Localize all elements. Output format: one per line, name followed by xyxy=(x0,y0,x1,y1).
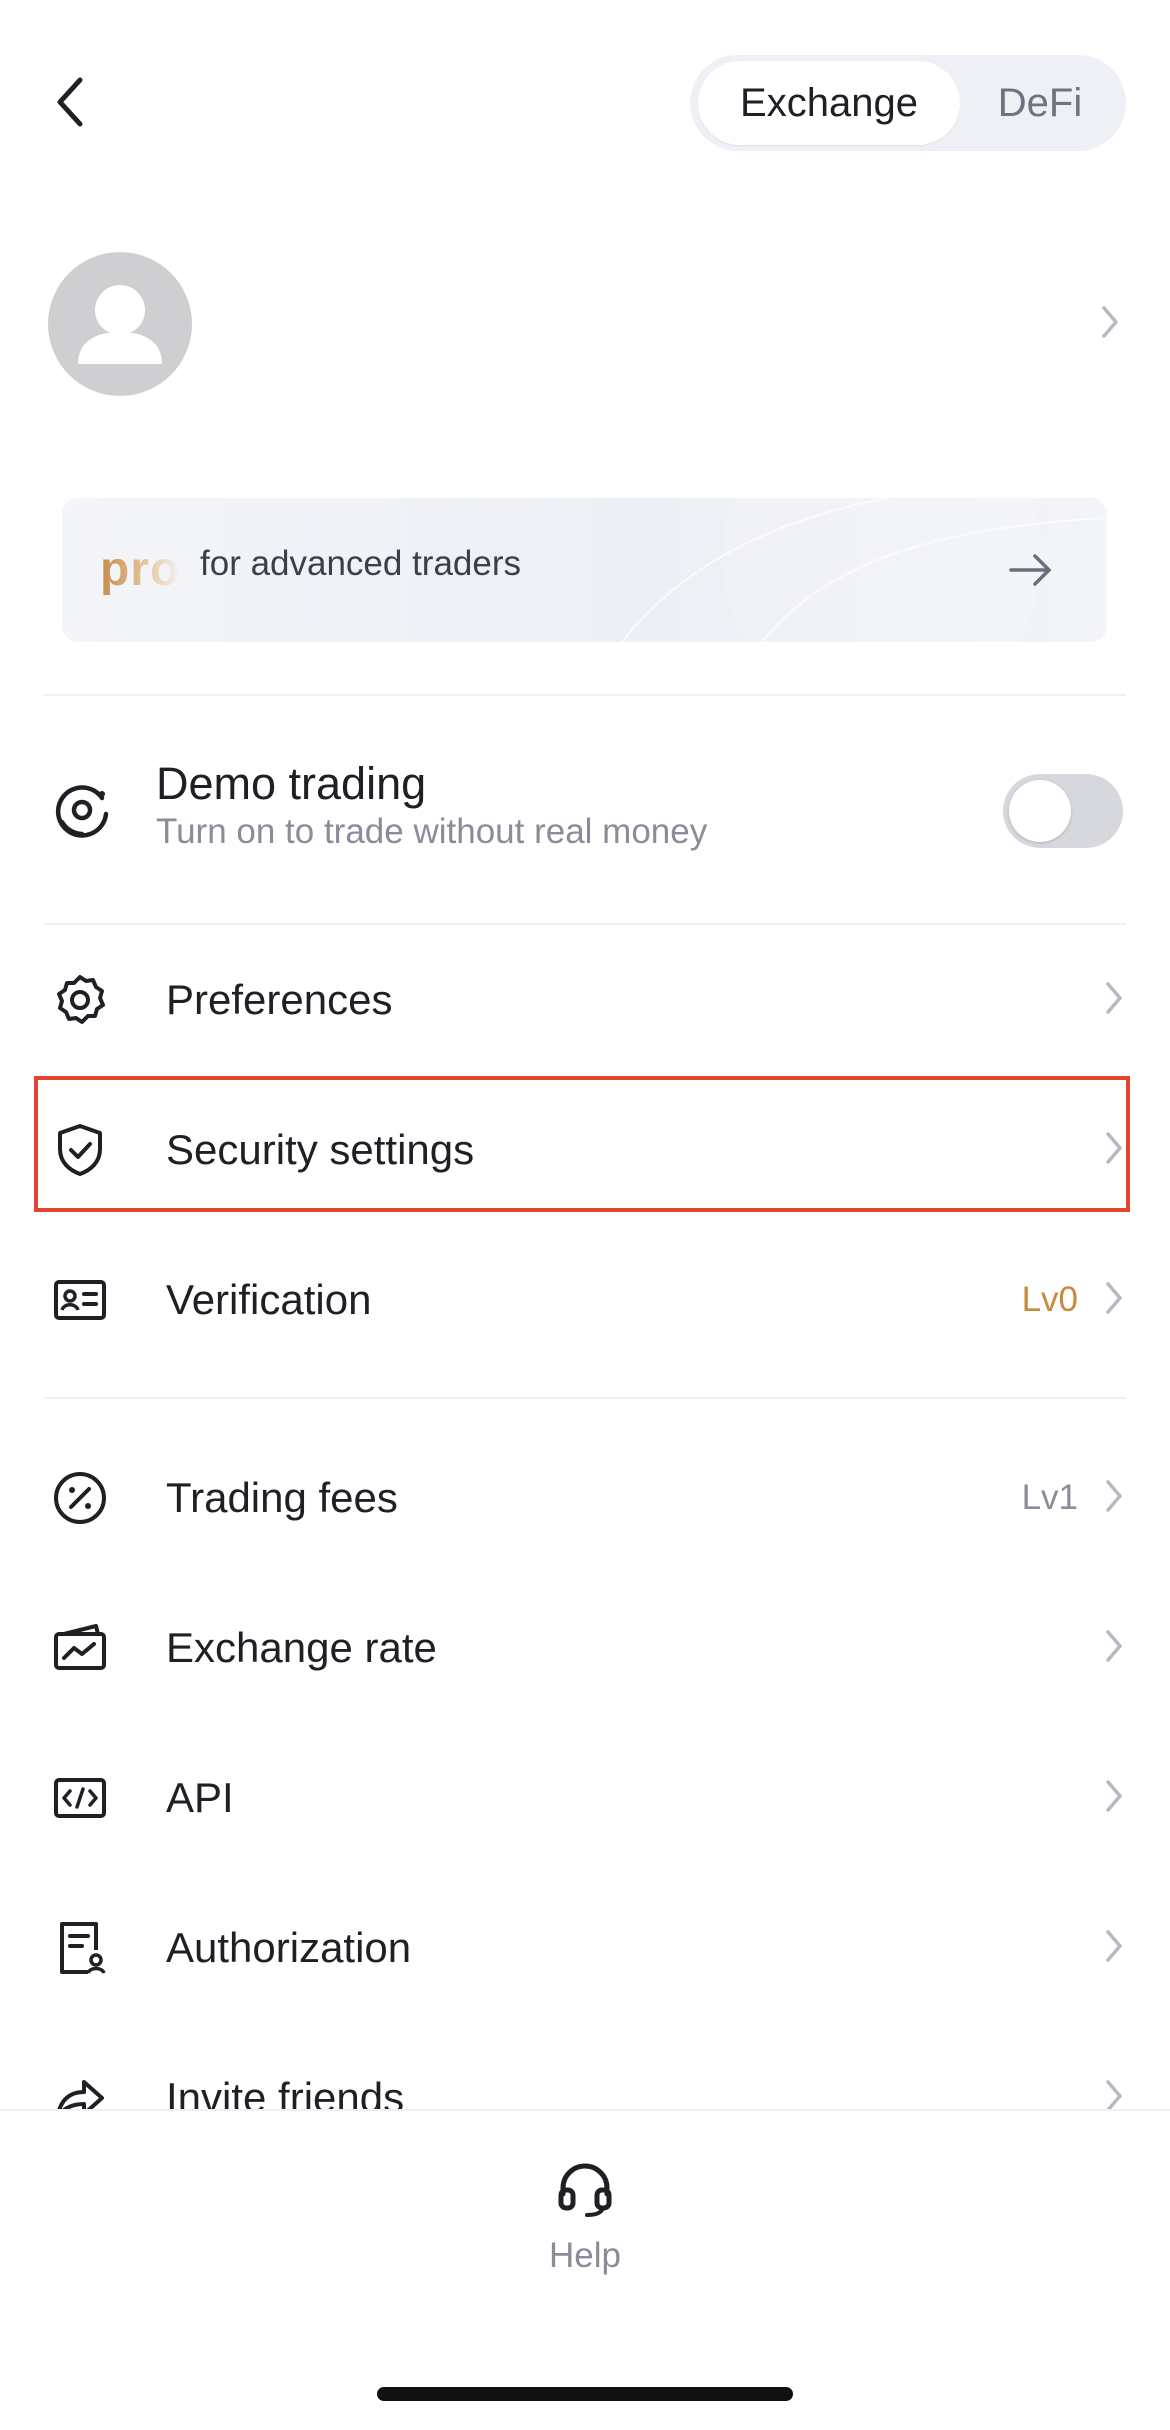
menu-item-label: Preferences xyxy=(166,976,393,1023)
id-card-icon xyxy=(52,1272,108,1328)
menu-item-label: Trading fees xyxy=(166,1474,398,1521)
headset-icon[interactable] xyxy=(555,2158,615,2223)
menu-item-authorization[interactable]: Authorization xyxy=(36,1880,1134,2016)
menu-item-trading-fees[interactable]: Trading fees Lv1 xyxy=(36,1430,1134,1566)
chart-card-icon xyxy=(52,1620,108,1676)
pro-banner-text: for advanced traders xyxy=(200,544,522,583)
shield-check-icon xyxy=(52,1122,108,1178)
verification-level-badge: Lv0 xyxy=(1021,1280,1078,1319)
arrow-right-icon xyxy=(1007,548,1055,597)
divider xyxy=(44,923,1126,925)
tab-exchange[interactable]: Exchange xyxy=(698,61,960,145)
help-label[interactable]: Help xyxy=(540,2236,630,2276)
demo-trading-icon xyxy=(52,780,112,845)
toggle-knob xyxy=(1009,780,1071,842)
menu-item-api[interactable]: API xyxy=(36,1730,1134,1866)
user-placeholder-icon xyxy=(78,285,162,364)
menu-item-label: API xyxy=(166,1774,234,1821)
menu-item-label: Verification xyxy=(166,1276,372,1323)
chevron-right-icon xyxy=(1104,980,1124,1021)
back-button[interactable] xyxy=(40,62,100,142)
pro-logo: pro xyxy=(100,543,181,596)
chevron-left-icon xyxy=(57,77,83,127)
menu-item-label: Authorization xyxy=(166,1924,412,1971)
code-icon xyxy=(52,1770,108,1826)
avatar[interactable] xyxy=(48,252,192,396)
tab-defi[interactable]: DeFi xyxy=(960,61,1120,145)
mode-segmented-control: Exchange DeFi xyxy=(690,55,1126,151)
chevron-right-icon xyxy=(1104,1130,1124,1171)
demo-trading-title: Demo trading xyxy=(156,758,427,809)
menu-item-label: Security settings xyxy=(166,1126,475,1173)
divider xyxy=(44,694,1126,696)
fee-level-badge: Lv1 xyxy=(1021,1478,1078,1517)
pro-banner[interactable]: pro for advanced traders xyxy=(62,498,1107,642)
chevron-right-icon xyxy=(1104,1928,1124,1969)
chevron-right-icon xyxy=(1104,1628,1124,1669)
menu-item-security-settings[interactable]: Security settings xyxy=(36,1082,1134,1218)
chevron-right-icon xyxy=(1104,1778,1124,1819)
menu-item-preferences[interactable]: Preferences xyxy=(36,932,1134,1068)
gear-icon xyxy=(52,972,108,1028)
profile-chevron-icon[interactable] xyxy=(1100,304,1120,345)
demo-trading-toggle[interactable] xyxy=(1003,774,1123,848)
menu-item-verification[interactable]: Verification Lv0 xyxy=(36,1232,1134,1368)
percent-icon xyxy=(52,1470,108,1526)
menu-item-exchange-rate[interactable]: Exchange rate xyxy=(36,1580,1134,1716)
menu-item-label: Exchange rate xyxy=(166,1624,437,1671)
home-indicator xyxy=(377,2387,793,2401)
demo-trading-subtitle: Turn on to trade without real money xyxy=(156,812,708,851)
divider xyxy=(44,1397,1126,1399)
chevron-right-icon xyxy=(1104,1478,1124,1519)
document-user-icon xyxy=(52,1920,108,1976)
chevron-right-icon xyxy=(1104,1280,1124,1321)
